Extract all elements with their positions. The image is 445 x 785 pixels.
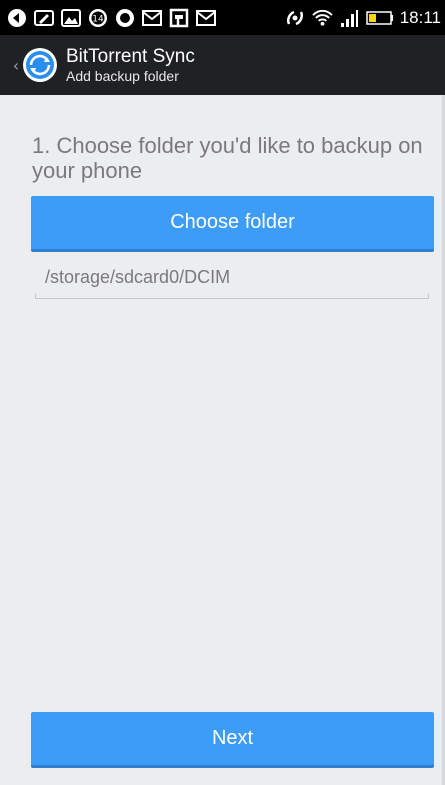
back-arrow-icon xyxy=(6,7,27,28)
app-title: BitTorrent Sync xyxy=(66,46,195,67)
edit-icon xyxy=(33,7,54,28)
system-icons: 18:11 xyxy=(285,7,441,28)
gmail-icon xyxy=(141,7,162,28)
badge-14-icon: 14 xyxy=(87,7,108,28)
svg-text:14: 14 xyxy=(92,14,104,24)
action-bar[interactable]: ‹ BitTorrent Sync Add backup folder xyxy=(0,35,445,95)
main-content: 1. Choose folder you'd like to backup on… xyxy=(0,95,445,785)
next-button[interactable]: Next xyxy=(31,712,434,768)
folder-path-field[interactable]: /storage/sdcard0/DCIM xyxy=(35,263,429,299)
up-caret-icon[interactable]: ‹ xyxy=(10,35,22,95)
clock: 18:11 xyxy=(399,7,441,27)
calendar-icon xyxy=(168,7,189,28)
notification-icons: 14 xyxy=(6,7,216,28)
screen-subtitle: Add backup folder xyxy=(66,68,179,84)
nfc-icon xyxy=(285,7,306,28)
battery-icon xyxy=(365,7,394,28)
circle-icon xyxy=(114,7,135,28)
gmail-icon xyxy=(195,7,216,28)
bittorrent-sync-logo-icon[interactable] xyxy=(22,47,58,83)
status-bar: 14 18:11 xyxy=(0,0,445,35)
wifi-icon xyxy=(311,7,333,28)
step-instruction: 1. Choose folder you'd like to backup on… xyxy=(32,133,423,183)
image-icon xyxy=(60,7,81,28)
signal-icon xyxy=(339,7,360,28)
choose-folder-button[interactable]: Choose folder xyxy=(31,196,434,252)
action-bar-titles: BitTorrent Sync Add backup folder xyxy=(66,47,195,83)
